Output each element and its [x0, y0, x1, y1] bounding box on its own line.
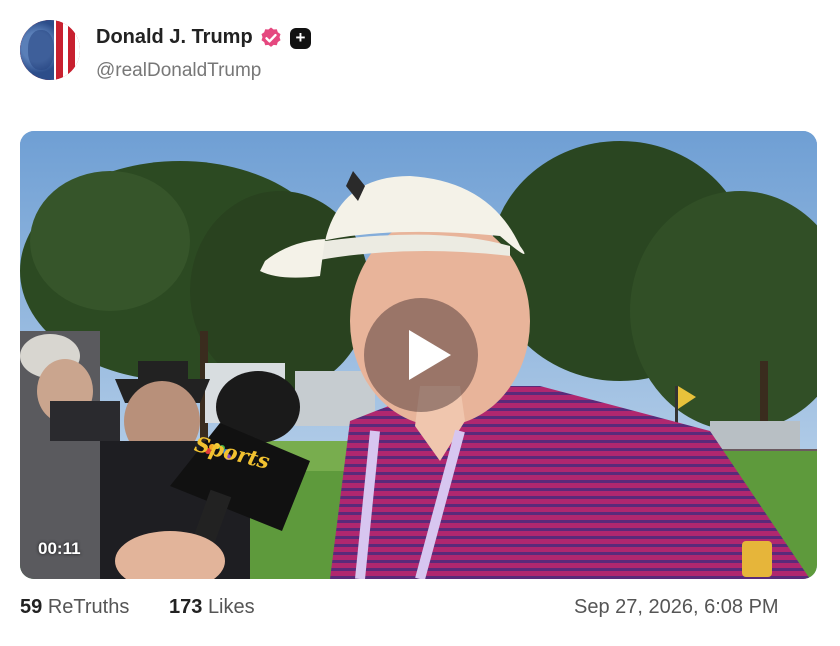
retruths-stat[interactable]: 59 ReTruths [20, 596, 129, 619]
avatar[interactable] [20, 20, 80, 80]
retruths-label: ReTruths [47, 596, 130, 618]
verified-badge-icon [261, 27, 281, 47]
plus-badge-icon: + [290, 28, 311, 49]
video-player[interactable]: Sports 00:11 [20, 131, 817, 579]
likes-label: Likes [207, 596, 255, 618]
video-timestamp: 00:11 [38, 539, 81, 558]
retruths-count: 59 [20, 596, 43, 618]
author-display-name[interactable]: Donald J. Trump [96, 26, 253, 49]
likes-stat[interactable]: 173 Likes [169, 596, 255, 619]
author-handle[interactable]: @realDonaldTrump [96, 60, 261, 82]
post-timestamp[interactable]: Sep 27, 2026, 6:08 PM [574, 596, 779, 619]
play-icon [409, 330, 451, 380]
play-button[interactable] [364, 298, 478, 412]
likes-count: 173 [169, 596, 203, 618]
